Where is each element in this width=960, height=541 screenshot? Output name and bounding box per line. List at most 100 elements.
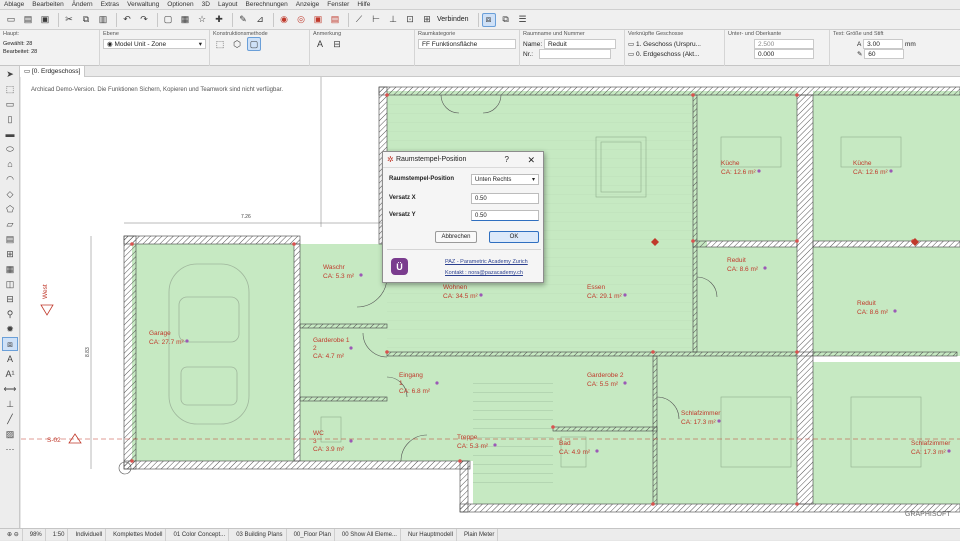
auto-zone-icon[interactable]: ⬡ — [230, 37, 244, 51]
zone-hotspot[interactable] — [893, 309, 897, 313]
window-tool-icon[interactable]: ⊟ — [2, 292, 18, 306]
menu-item-8[interactable]: Berechnungen — [246, 1, 288, 8]
menu-item-2[interactable]: Ändern — [72, 1, 93, 8]
dimension-tool-icon[interactable]: ⟷ — [2, 382, 18, 396]
arrange-icon[interactable]: ⧈ — [481, 12, 496, 27]
room-name-label[interactable]: Garderobe 1 — [313, 337, 350, 344]
individual-value[interactable]: Individuell — [72, 528, 107, 541]
slab-tool-icon[interactable]: ⬭ — [2, 142, 18, 156]
paste-icon[interactable]: ▥ — [96, 13, 110, 27]
floor-plan-drawing[interactable]: Garage CA: 27.7 m² Waschr CA: 5.3 m² Gardero… — [21, 77, 960, 528]
door-tool-icon[interactable]: ◫ — [2, 277, 18, 291]
room-number-label[interactable]: 3 — [313, 438, 317, 445]
room-area-label[interactable]: CA: 29.1 m² — [587, 293, 623, 300]
label-tool-icon[interactable]: A¹ — [2, 367, 18, 381]
fill-tool-icon[interactable]: ▨ — [2, 427, 18, 441]
offset-y-input[interactable]: 0.50 — [471, 210, 539, 221]
zone-kueche-2[interactable] — [813, 91, 960, 241]
elements-value[interactable]: 00 Show All Eleme... — [339, 528, 401, 541]
menu-item-0[interactable]: Ablage — [4, 1, 24, 8]
story-top[interactable]: ▭ 1. Geschoss (Urspru... — [628, 39, 721, 49]
zone-hotspot[interactable] — [889, 169, 893, 173]
room-area-label[interactable]: CA: 3.9 m² — [313, 446, 345, 453]
zoom-value[interactable]: 98% — [27, 528, 46, 541]
zone-hotspot[interactable] — [623, 293, 627, 297]
line-tool-icon[interactable]: ╱ — [2, 412, 18, 426]
menu-item-4[interactable]: Verwaltung — [127, 1, 159, 8]
more-tools-icon[interactable]: ⋯ — [2, 442, 18, 456]
cut-icon[interactable]: ✂ — [62, 13, 76, 27]
shell-tool-icon[interactable]: ◠ — [2, 172, 18, 186]
help-icon[interactable]: ? — [505, 155, 509, 164]
room-area-label[interactable]: CA: 6.8 m² — [399, 388, 431, 395]
zone-hotspot[interactable] — [349, 346, 353, 350]
room-name-label[interactable]: Küche — [853, 160, 872, 167]
room-name-label[interactable]: Schlafzimmer — [681, 410, 721, 417]
offset-icon[interactable]: ⊡ — [403, 13, 417, 27]
pencil-icon[interactable]: ✎ — [236, 13, 250, 27]
eyedropper-icon[interactable]: ⊿ — [253, 13, 267, 27]
section-icon[interactable]: ▣ — [311, 13, 325, 27]
connect-label[interactable]: Verbinden — [437, 16, 469, 23]
zone-hotspot[interactable] — [479, 293, 483, 297]
wall-tool-icon[interactable]: ▭ — [2, 97, 18, 111]
zone-hotspot[interactable] — [185, 339, 189, 343]
zone-garderobe-2[interactable] — [553, 356, 657, 431]
zone-hotspot[interactable] — [493, 443, 497, 447]
manual-zone-icon[interactable]: ⬚ — [213, 37, 227, 51]
room-name-label[interactable]: Bad — [559, 440, 571, 447]
room-area-label[interactable]: CA: 12.6 m² — [721, 169, 757, 176]
level-tool-icon[interactable]: ⊥ — [2, 397, 18, 411]
beam-tool-icon[interactable]: ▬ — [2, 127, 18, 141]
room-area-label[interactable]: CA: 5.3 m² — [457, 443, 489, 450]
room-area-label[interactable]: CA: 34.5 m² — [443, 293, 479, 300]
room-name-label[interactable]: WC — [313, 430, 324, 437]
curtainwall-tool-icon[interactable]: ▦ — [2, 262, 18, 276]
menu-item-11[interactable]: Hilfe — [357, 1, 370, 8]
pen-input[interactable]: 60 — [864, 49, 905, 59]
rectangle-zone-icon[interactable]: ▢ — [247, 37, 261, 51]
category-dropdown[interactable]: FF Funktionsfläche — [418, 39, 516, 49]
room-area-label[interactable]: CA: 4.9 m² — [559, 449, 591, 456]
elevation-icon[interactable]: ▤ — [328, 13, 342, 27]
menu-item-3[interactable]: Extras — [101, 1, 119, 8]
room-name-label[interactable]: Küche — [721, 160, 740, 167]
room-name-label[interactable]: Reduit — [857, 300, 876, 307]
nr-input[interactable] — [538, 49, 611, 59]
stamp-icon[interactable]: ⊟ — [330, 37, 344, 51]
elevation-top-input[interactable]: 2.500 — [754, 39, 814, 49]
zone-hotspot[interactable] — [717, 419, 721, 423]
zone-hotspot[interactable] — [947, 449, 951, 453]
zone-hotspot[interactable] — [763, 266, 767, 270]
zone-schlafzimmer-1[interactable] — [657, 356, 797, 504]
layer-dropdown[interactable]: ◉ Model Unit - Zone ▾ — [103, 39, 206, 49]
room-area-label[interactable]: CA: 4.7 m² — [313, 353, 345, 360]
text-style-icon[interactable]: A — [313, 37, 327, 51]
menu-item-10[interactable]: Fenster — [327, 1, 349, 8]
room-name-label[interactable]: Treppe — [457, 434, 478, 441]
room-area-label[interactable]: CA: 17.3 m² — [911, 449, 947, 456]
stair-tool-icon[interactable]: ▤ — [2, 232, 18, 246]
zone-waschr[interactable] — [300, 244, 387, 328]
zone-hotspot[interactable] — [595, 449, 599, 453]
tab-erdgeschoss[interactable]: ▭ [0. Erdgeschoss] — [20, 65, 86, 77]
save-icon[interactable]: ▣ — [38, 13, 52, 27]
offset-x-input[interactable]: 0.50 — [471, 193, 539, 204]
railing-tool-icon[interactable]: ⊞ — [2, 247, 18, 261]
render-icon[interactable]: ◉ — [277, 13, 291, 27]
main-model-value[interactable]: Nur Hauptmodell — [405, 528, 457, 541]
morph-tool-icon[interactable]: ⬠ — [2, 202, 18, 216]
floor-plan-canvas[interactable]: Garage CA: 27.7 m² Waschr CA: 5.3 m² Gardero… — [21, 77, 960, 528]
room-area-label[interactable]: CA: 8.6 m² — [857, 309, 889, 316]
split-icon[interactable]: ⊥ — [386, 13, 400, 27]
cancel-button[interactable]: Abbrechen — [435, 231, 477, 243]
room-number-label[interactable]: 1 — [399, 380, 403, 387]
undo-icon[interactable]: ↶ — [120, 13, 134, 27]
zone-kueche-1[interactable] — [693, 91, 797, 241]
room-number-label[interactable]: 2 — [313, 345, 317, 352]
properties-icon[interactable]: ☰ — [516, 13, 530, 27]
menu-item-1[interactable]: Bearbeiten — [32, 1, 63, 8]
measure-icon[interactable]: ⟋ — [352, 13, 366, 27]
zone-hotspot[interactable] — [349, 439, 353, 443]
contact-link[interactable]: Kontakt : nora@pazacademy.ch — [445, 270, 523, 276]
